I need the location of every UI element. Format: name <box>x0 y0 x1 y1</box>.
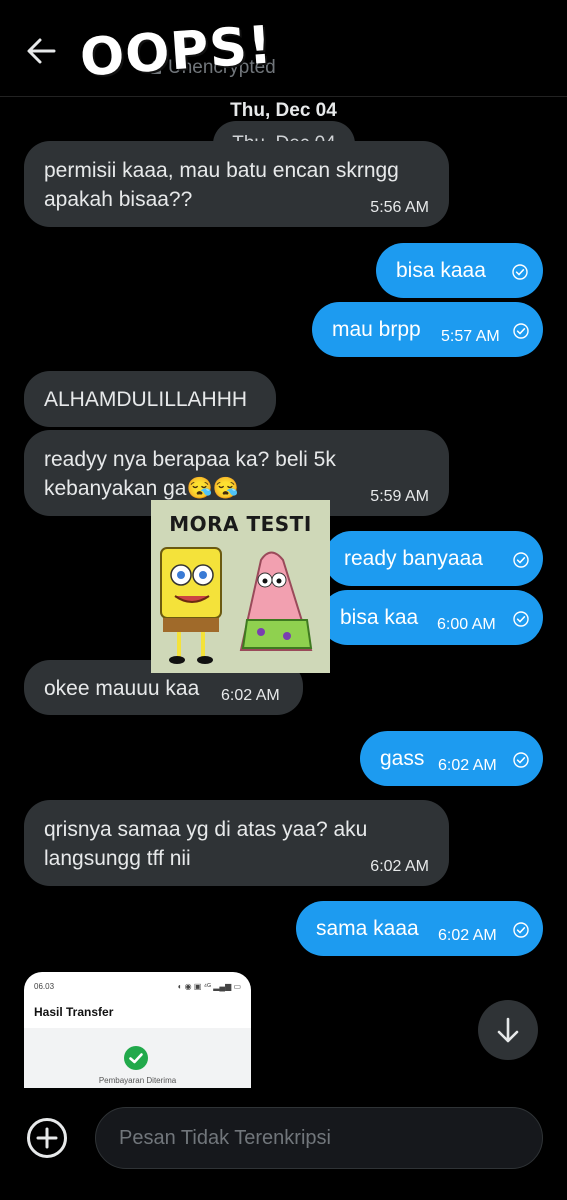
message-time: 6:02 AM <box>438 757 497 774</box>
check-icon <box>513 752 529 768</box>
message-bubble-outgoing[interactable]: bisa kaaa <box>376 243 543 298</box>
message-text: apakah bisaa?? <box>44 188 193 211</box>
message-time: 6:02 AM <box>438 927 497 944</box>
message-bubble-incoming[interactable]: qrisnya samaa yg di atas yaa? aku langsu… <box>24 800 449 886</box>
message-composer <box>0 1098 567 1200</box>
message-bubble-outgoing[interactable]: bisa kaa 6:00 AM <box>320 590 543 645</box>
message-time: 6:02 AM <box>370 858 429 875</box>
message-text: ready banyaaa <box>344 547 483 570</box>
scroll-to-bottom-button[interactable] <box>478 1000 538 1060</box>
message-text: permisii kaaa, mau batu encan skrngg <box>44 159 399 182</box>
back-arrow-icon[interactable] <box>24 34 58 68</box>
scroll-down-icon <box>497 1017 519 1043</box>
check-icon <box>513 922 529 938</box>
message-text: kebanyakan ga😪😪 <box>44 477 239 500</box>
message-time: 5:57 AM <box>441 328 500 345</box>
message-time: 6:02 AM <box>221 687 280 704</box>
message-text: gass <box>380 747 425 770</box>
sticker-caption: MORA TESTI <box>169 512 312 536</box>
message-bubble-outgoing[interactable]: ready banyaaa <box>324 531 543 586</box>
message-text: qrisnya samaa yg di atas yaa? aku <box>44 818 368 841</box>
check-icon <box>513 323 529 339</box>
cartoon-characters-graphic <box>160 547 313 664</box>
message-bubble-outgoing[interactable]: mau brpp 5:57 AM <box>312 302 543 357</box>
message-text: langsungg tff nii <box>44 847 191 870</box>
plus-icon[interactable] <box>26 1117 68 1159</box>
message-bubble-outgoing[interactable]: sama kaaa 6:02 AM <box>296 901 543 956</box>
message-time: 6:00 AM <box>437 616 496 633</box>
message-text: sama kaaa <box>316 917 419 940</box>
check-icon <box>512 264 528 280</box>
check-icon <box>513 552 529 568</box>
message-bubble-incoming[interactable]: ALHAMDULILLAHHH <box>24 371 276 427</box>
message-time: 5:59 AM <box>370 488 429 505</box>
message-text: mau brpp <box>332 318 421 341</box>
attachment-status-icons: ◐ ◉ ▣ ⁴ᴳ ▂▄▆ ▭ <box>177 982 241 991</box>
message-bubble-outgoing[interactable]: gass 6:02 AM <box>360 731 543 786</box>
message-time: 5:56 AM <box>370 199 429 216</box>
chat-header: Unencrypted OOPS! <box>0 0 567 97</box>
attachment-status-label: Pembayaran Diterima <box>98 1076 177 1085</box>
message-text: ALHAMDULILLAHHH <box>44 388 248 411</box>
image-attachment[interactable]: 06.03 ◐ ◉ ▣ ⁴ᴳ ▂▄▆ ▭ Hasil Transfer Pemb… <box>24 972 251 1088</box>
message-input[interactable] <box>95 1107 543 1169</box>
attachment-title: Hasil Transfer <box>34 1005 114 1019</box>
message-text: bisa kaaa <box>396 259 486 282</box>
message-text: bisa kaa <box>340 606 419 629</box>
success-check-icon <box>124 1046 148 1070</box>
attachment-status-time: 06.03 <box>34 982 55 991</box>
date-heading: Thu, Dec 04 <box>230 100 337 121</box>
message-text: readyy nya berapaa ka? beli 5k <box>44 448 336 471</box>
sticker-image: MORA TESTI <box>151 500 330 673</box>
message-text: okee mauuu kaa <box>44 677 200 700</box>
check-icon <box>513 611 529 627</box>
message-bubble-incoming[interactable]: permisii kaaa, mau batu encan skrngg apa… <box>24 141 449 227</box>
